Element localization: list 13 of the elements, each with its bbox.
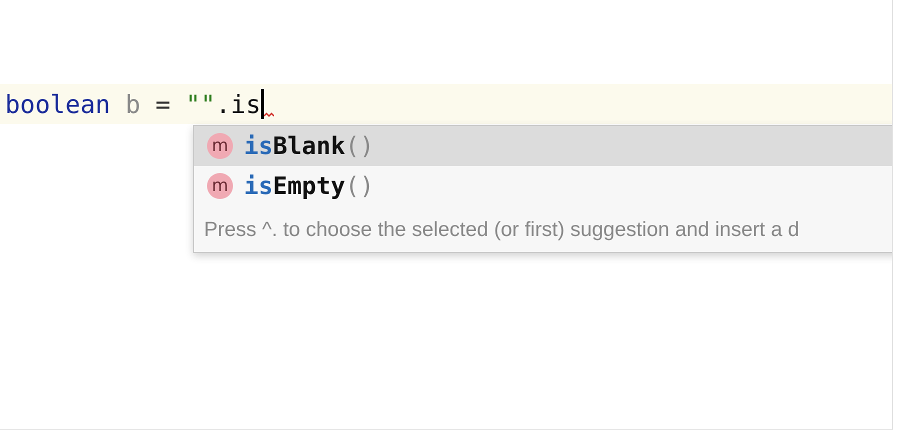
hint-text: Press ^. to choose the selected (or first) suggestion and insert a d <box>203 217 800 243</box>
method-icon: m <box>207 173 233 199</box>
code-token: b <box>125 90 140 118</box>
code-token: .is <box>216 90 261 118</box>
method-name: isEmpty() <box>244 172 374 200</box>
completion-item[interactable]: m isBlank() <box>194 126 892 166</box>
code-token: = <box>155 90 170 118</box>
method-icon: m <box>207 133 233 159</box>
text-caret <box>260 89 264 119</box>
code-token: "" <box>185 90 216 118</box>
code-token: boolean <box>5 90 110 118</box>
method-name: isBlank() <box>244 132 374 160</box>
completion-item[interactable]: m isEmpty() <box>194 166 892 206</box>
